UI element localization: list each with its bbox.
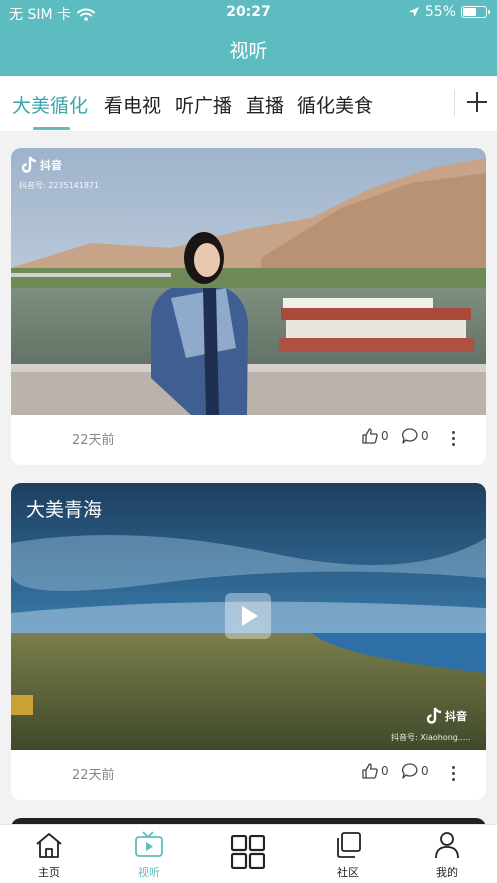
tab-divider (454, 90, 455, 116)
nav-label: 社区 (337, 866, 359, 879)
like-button[interactable]: 0 (361, 762, 389, 780)
nav-label: 视听 (138, 866, 160, 879)
add-category-button[interactable] (462, 82, 492, 122)
grid-icon (231, 835, 265, 869)
thumbs-up-icon (362, 428, 378, 444)
douyin-watermark: 抖音 (21, 156, 62, 174)
nav-apps[interactable] (213, 825, 283, 883)
user-icon (435, 832, 459, 859)
tiktok-logo-icon (426, 707, 442, 724)
comment-count: 0 (421, 429, 429, 443)
active-tab-indicator (33, 127, 70, 130)
battery-icon (461, 6, 490, 18)
battery-percent: 55% (424, 4, 456, 20)
comment-button[interactable]: 0 (401, 427, 429, 445)
comment-icon (402, 428, 418, 444)
nav-community[interactable]: 社区 (313, 825, 383, 883)
like-button[interactable]: 0 (361, 427, 389, 445)
page-header: 视听 (0, 26, 497, 76)
nav-label: 主页 (38, 866, 60, 879)
tab-ting-guang-bo[interactable]: 听广播 (175, 91, 232, 118)
nav-profile[interactable]: 我的 (412, 825, 482, 883)
battery-fill (463, 8, 477, 16)
post-time: 22天前 (72, 768, 115, 783)
watermark-id: 抖音号: Xiaohong..... (391, 733, 471, 742)
location-arrow-icon (408, 7, 419, 17)
watermark-label: 抖音 (445, 710, 467, 723)
home-icon (36, 833, 62, 858)
tab-kan-dian-shi[interactable]: 看电视 (104, 91, 161, 118)
tab-zhi-bo[interactable]: 直播 (246, 91, 284, 118)
tiktok-logo-icon (21, 156, 37, 173)
video-title: 大美青海 (26, 499, 103, 521)
more-button[interactable] (445, 425, 463, 451)
tab-da-mei-xun-hua[interactable]: 大美循化 (12, 91, 88, 118)
card-meta: 22天前 0 0 (11, 750, 486, 800)
page-title: 视听 (229, 40, 268, 62)
comment-count: 0 (421, 764, 429, 778)
category-tabs: 大美循化 看电视 听广播 直播 循化美食 (0, 76, 497, 131)
comment-button[interactable]: 0 (401, 762, 429, 780)
comment-icon (402, 763, 418, 779)
douyin-watermark: 抖音 (426, 707, 467, 725)
tv-play-icon (135, 831, 163, 857)
video-card[interactable]: 大美青海 抖音 抖音号: Xiaohong..... 22天前 0 0 (11, 483, 486, 800)
tab-xun-hua-mei-shi[interactable]: 循化美食 (297, 91, 373, 118)
like-count: 0 (381, 764, 389, 778)
nav-audio-video[interactable]: 视听 (114, 825, 184, 883)
video-thumbnail[interactable]: 抖音 抖音号: 2235141871 (11, 148, 486, 415)
status-right: 55% (408, 4, 490, 20)
watermark-label: 抖音 (40, 159, 62, 172)
post-time: 22天前 (72, 433, 115, 448)
play-button[interactable] (225, 593, 271, 639)
watermark-id: 抖音号: 2235141871 (19, 181, 100, 190)
card-meta: 22天前 0 0 (11, 415, 486, 465)
community-icon (337, 832, 361, 858)
status-bar: 无 SIM 卡 20:27 55% (0, 0, 497, 26)
nav-home[interactable]: 主页 (14, 825, 84, 883)
bottom-nav: 主页 视听 社区 我的 (0, 824, 497, 883)
like-count: 0 (381, 429, 389, 443)
nav-label: 我的 (436, 866, 458, 879)
plus-icon (467, 92, 487, 112)
play-icon (242, 606, 258, 626)
video-card[interactable]: 抖音 抖音号: 2235141871 22天前 0 0 (11, 148, 486, 465)
more-button[interactable] (445, 760, 463, 786)
video-thumbnail[interactable]: 大美青海 抖音 抖音号: Xiaohong..... (11, 483, 486, 750)
thumbs-up-icon (362, 763, 378, 779)
